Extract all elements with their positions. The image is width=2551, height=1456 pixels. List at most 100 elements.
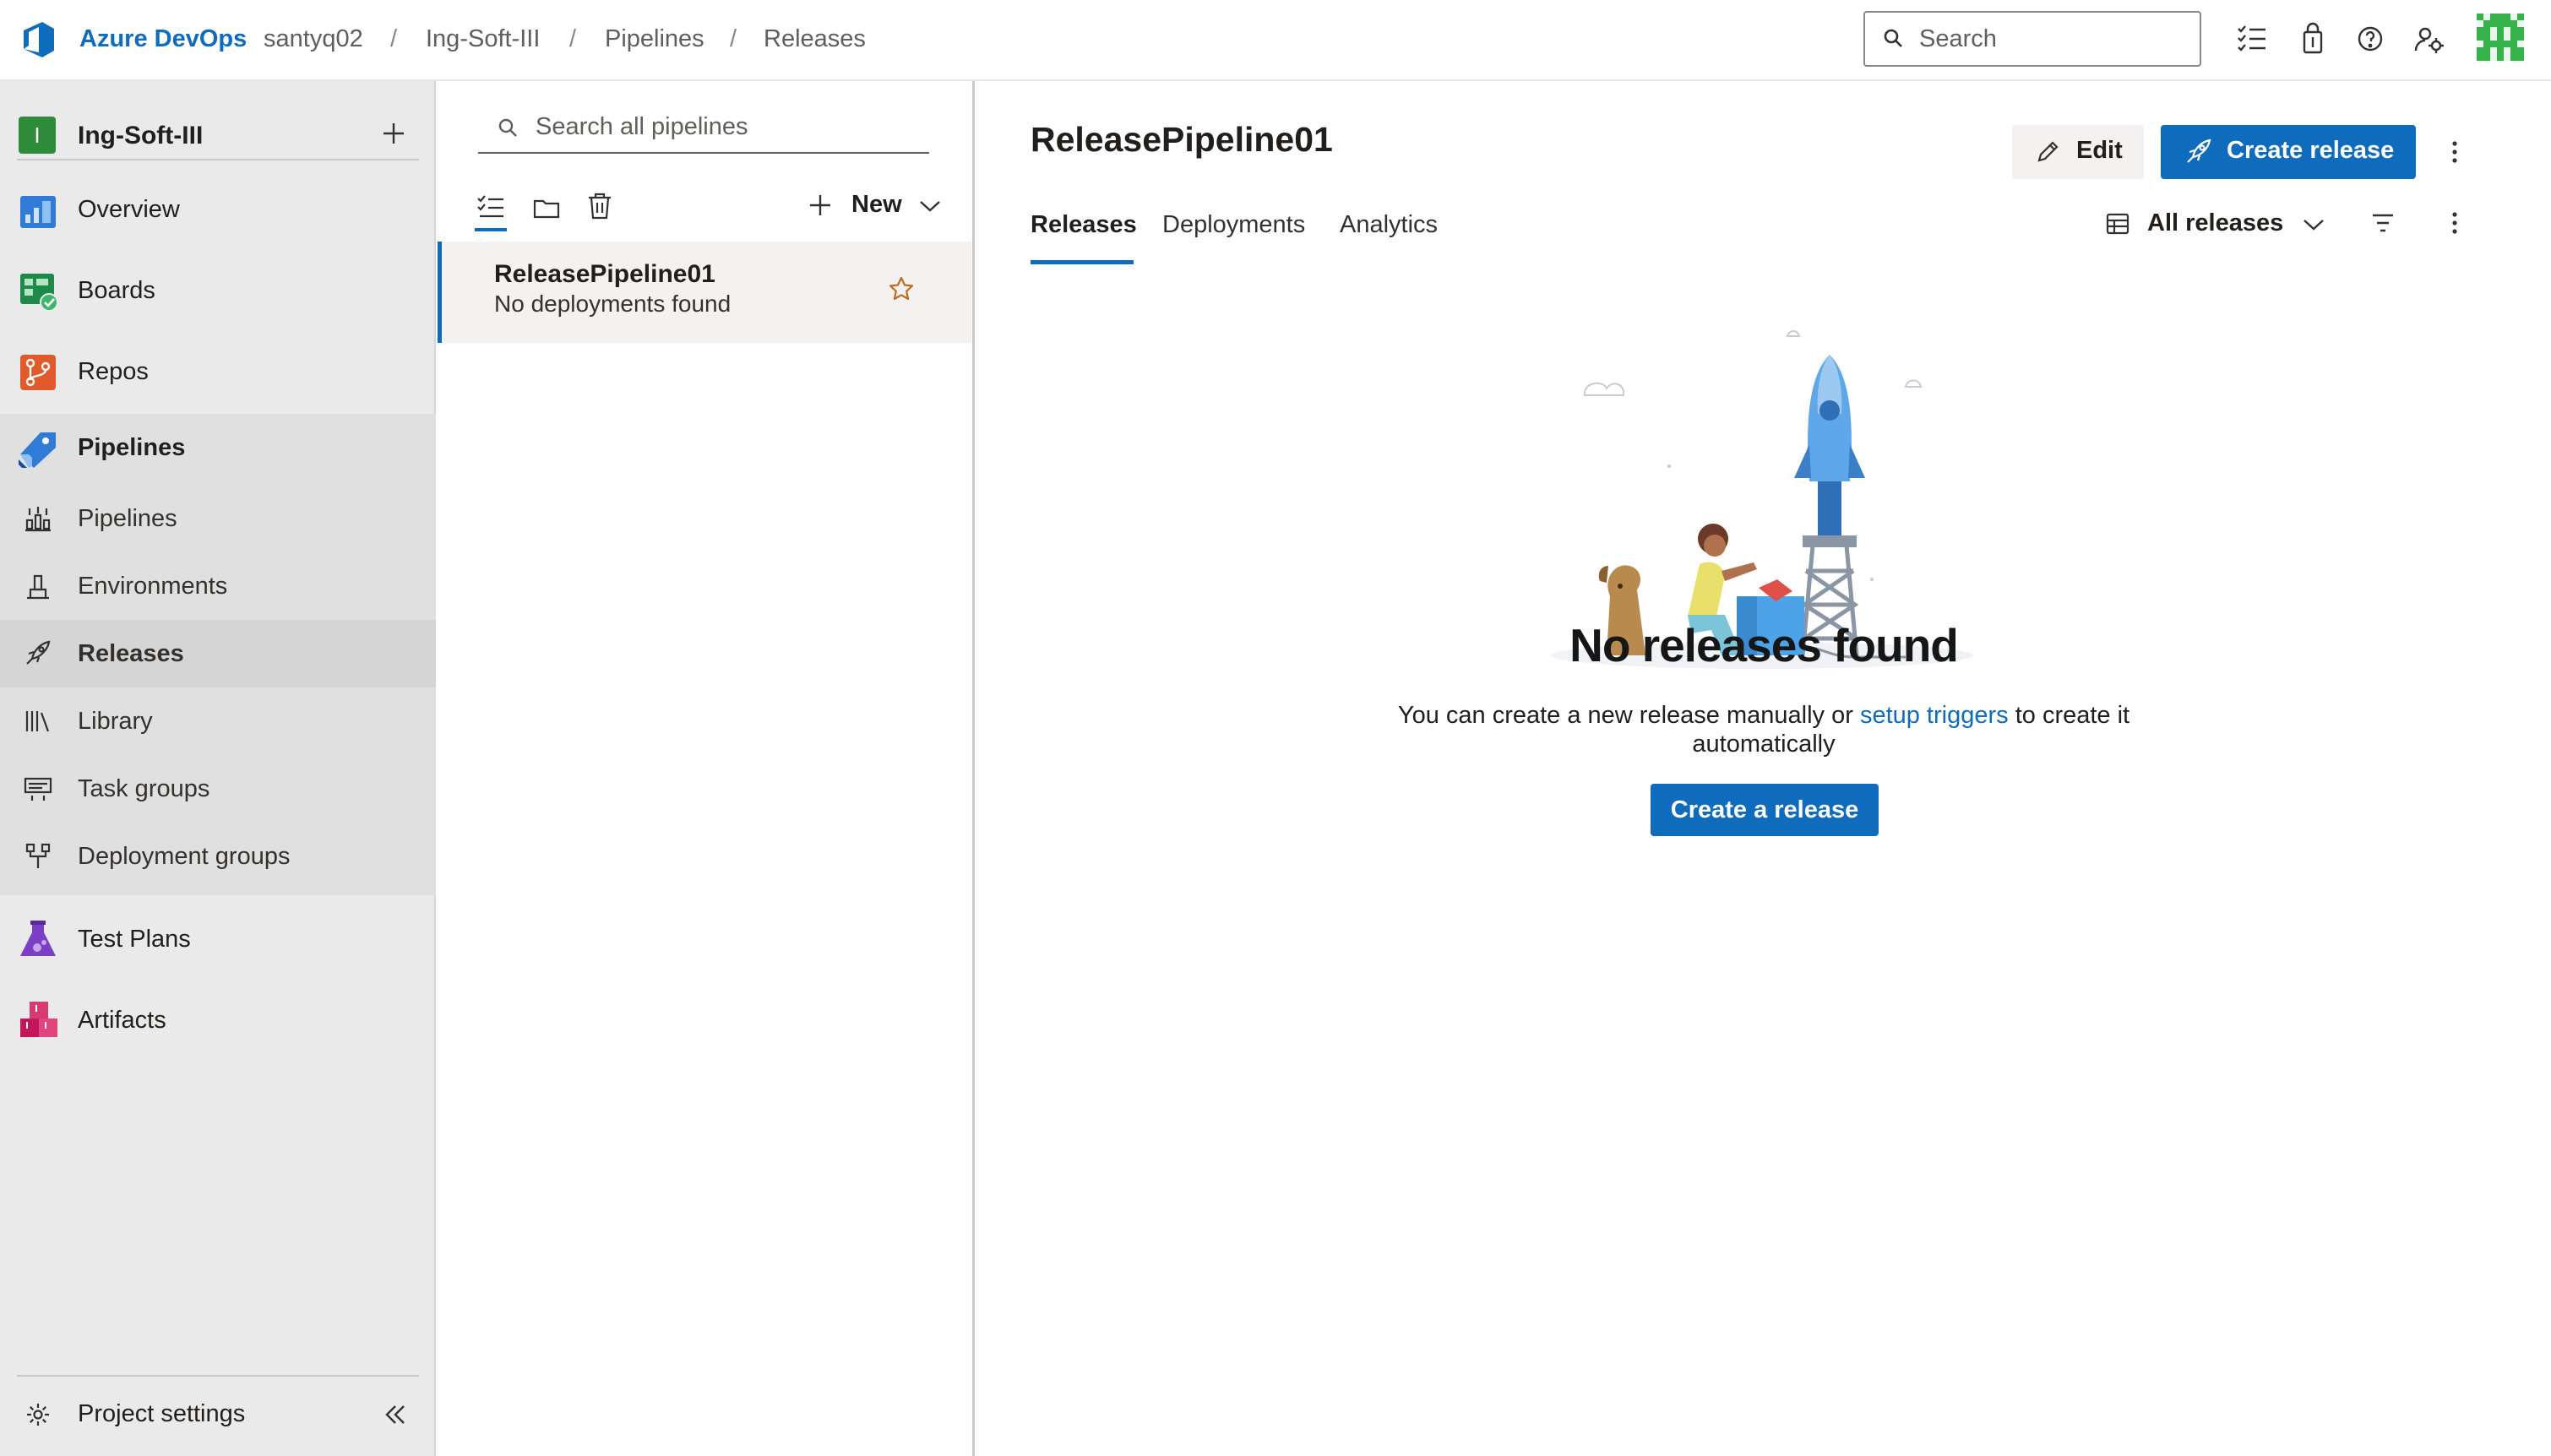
brand-link[interactable]: Azure DevOps <box>79 24 247 54</box>
nav-item-repos[interactable]: Repos <box>0 338 436 405</box>
add-icon <box>809 194 831 216</box>
view-filter-label: All releases <box>2147 209 2284 236</box>
pipeline-list-item[interactable]: ReleasePipeline01 No deployments found <box>438 242 971 343</box>
nav-item-overview[interactable]: Overview <box>0 176 436 243</box>
sub-label-library: Library <box>78 708 153 735</box>
create-a-release-button[interactable]: Create a release <box>1651 784 1879 836</box>
gear-icon <box>25 1402 51 1427</box>
nav-item-artifacts[interactable]: Artifacts <box>0 986 436 1054</box>
sub-item-library[interactable]: Library <box>0 687 436 755</box>
nav-label-pipelines: Pipelines <box>78 434 186 461</box>
boards-icon <box>19 272 59 312</box>
pipeline-list-pane: Search all pipelines New ReleasePipeline… <box>438 81 975 1456</box>
pipeline-search-placeholder: Search all pipelines <box>536 113 748 140</box>
breadcrumb-separator: / <box>730 25 737 52</box>
empty-text-before: You can create a new release manually or <box>1397 702 1860 729</box>
breadcrumb-separator: / <box>390 25 398 52</box>
pipelines-icon <box>17 429 59 470</box>
list-view-icon[interactable] <box>476 194 505 221</box>
project-name: Ing-Soft-III <box>78 122 204 149</box>
environments-icon <box>24 573 52 600</box>
new-pipeline-button[interactable]: New <box>792 184 944 226</box>
breadcrumb-organization[interactable]: santyq02 <box>264 24 363 54</box>
marketplace-bag-icon[interactable] <box>2296 22 2330 56</box>
favorite-star-icon[interactable] <box>888 275 915 302</box>
tab-releases[interactable]: Releases <box>1031 209 1137 240</box>
create-release-button[interactable]: Create release <box>2161 125 2416 179</box>
more-options-icon[interactable] <box>2450 140 2460 164</box>
sub-label-deployment-groups: Deployment groups <box>78 843 291 870</box>
project-settings-link[interactable]: Project settings <box>0 1383 436 1444</box>
list-view-active-indicator <box>475 228 507 231</box>
setup-triggers-link[interactable]: setup triggers <box>1860 702 2009 729</box>
table-view-icon <box>2105 211 2130 236</box>
project-avatar: I <box>19 117 56 154</box>
releases-icon <box>24 640 52 667</box>
chevron-down-icon <box>919 199 941 213</box>
sub-item-deployment-groups[interactable]: Deployment groups <box>0 823 436 890</box>
pipelines-sub-icon <box>24 505 52 532</box>
nav-item-pipelines[interactable]: Pipelines <box>0 414 436 481</box>
pipeline-search-input[interactable]: Search all pipelines <box>478 103 929 154</box>
breadcrumb-pipelines[interactable]: Pipelines <box>605 24 704 54</box>
chevron-down-icon <box>2303 218 2325 231</box>
sub-item-pipelines[interactable]: Pipelines <box>0 485 436 552</box>
nav-label-overview: Overview <box>78 196 180 223</box>
delete-icon[interactable] <box>586 191 613 221</box>
pipeline-name: ReleasePipeline01 <box>494 260 715 288</box>
empty-text-line2: automatically <box>1692 731 1836 758</box>
create-release-label: Create release <box>2227 137 2395 164</box>
top-search-input[interactable]: Search <box>1863 11 2201 67</box>
sub-label-releases: Releases <box>78 640 184 667</box>
divider <box>17 1375 419 1377</box>
work-items-icon[interactable] <box>2235 22 2269 56</box>
release-pipeline-main: ReleasePipeline01 Edit Create release Re… <box>976 81 2551 1456</box>
pipelines-section: Pipelines Pipelines Environments Release… <box>0 414 436 895</box>
sub-label-environments: Environments <box>78 573 228 600</box>
left-navigation: I Ing-Soft-III Overview Boards Repos Pip… <box>0 81 436 1456</box>
nav-item-boards[interactable]: Boards <box>0 257 436 324</box>
user-settings-icon[interactable] <box>2412 22 2446 56</box>
sub-item-task-groups[interactable]: Task groups <box>0 755 436 823</box>
breadcrumb-releases[interactable]: Releases <box>764 24 866 54</box>
pencil-icon <box>2036 140 2059 164</box>
edit-button[interactable]: Edit <box>2012 125 2144 179</box>
breadcrumb-separator: / <box>569 25 577 52</box>
sub-label-task-groups: Task groups <box>78 775 210 802</box>
tab-active-indicator <box>1031 260 1134 264</box>
search-placeholder: Search <box>1919 25 1997 52</box>
project-header[interactable]: I Ing-Soft-III <box>0 98 436 166</box>
repos-icon <box>19 353 57 392</box>
top-bar: Azure DevOps santyq02 / Ing-Soft-III / P… <box>0 0 2551 81</box>
empty-state-message: You can create a new release manually or… <box>976 701 2551 730</box>
help-icon[interactable] <box>2353 22 2387 56</box>
search-icon <box>497 117 520 140</box>
azure-devops-logo-icon[interactable] <box>20 20 57 59</box>
breadcrumb-project[interactable]: Ing-Soft-III <box>426 24 540 54</box>
all-releases-dropdown[interactable]: All releases <box>2105 203 2342 247</box>
folder-view-icon[interactable] <box>532 194 561 221</box>
test-plans-icon <box>19 919 57 959</box>
sub-label-pipelines: Pipelines <box>78 505 177 532</box>
nav-label-artifacts: Artifacts <box>78 1007 166 1034</box>
user-avatar[interactable] <box>2477 14 2524 61</box>
more-options-icon[interactable] <box>2450 211 2460 235</box>
search-icon <box>1882 27 1906 51</box>
artifacts-icon <box>19 1000 59 1040</box>
edit-button-label: Edit <box>2076 137 2123 164</box>
nav-label-boards: Boards <box>78 277 155 304</box>
empty-state-title: No releases found <box>1569 619 1959 671</box>
tab-analytics[interactable]: Analytics <box>1340 209 1438 240</box>
sub-item-environments[interactable]: Environments <box>0 552 436 620</box>
task-groups-icon <box>24 775 52 802</box>
nav-label-repos: Repos <box>78 358 149 385</box>
add-icon[interactable] <box>382 122 405 145</box>
filter-icon[interactable] <box>2370 211 2396 235</box>
rocket-icon <box>2184 139 2211 166</box>
nav-label-test-plans: Test Plans <box>78 926 191 953</box>
sub-item-releases[interactable]: Releases <box>0 620 436 687</box>
new-button-label: New <box>851 191 902 218</box>
collapse-nav-icon[interactable] <box>383 1404 407 1426</box>
tab-deployments[interactable]: Deployments <box>1162 209 1305 240</box>
nav-item-test-plans[interactable]: Test Plans <box>0 905 436 973</box>
